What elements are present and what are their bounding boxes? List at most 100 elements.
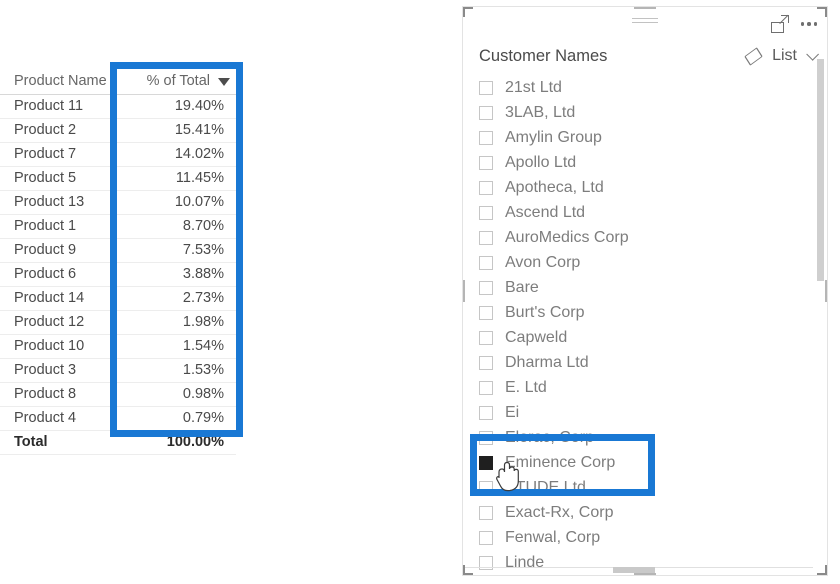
column-header-percent-of-total[interactable]: % of Total [128, 70, 236, 95]
cell-product-name: Product 3 [0, 358, 129, 383]
cell-product-name: Product 6 [0, 262, 129, 287]
product-percent-table-visual[interactable]: Product Name % of Total Product 11 19.40%… [0, 70, 236, 455]
table-row[interactable]: Product 6 3.88% [0, 262, 236, 287]
focus-mode-icon[interactable] [770, 15, 789, 33]
checkbox-icon[interactable] [479, 430, 493, 445]
slicer-list-item[interactable]: Ei [479, 400, 827, 425]
slicer-item-label: Apollo Ltd [505, 153, 577, 171]
cell-product-name: Product 14 [0, 286, 129, 311]
checkbox-icon[interactable] [479, 155, 493, 170]
checkbox-icon[interactable] [479, 530, 493, 545]
checkbox-icon[interactable] [479, 405, 493, 420]
cell-product-name: Product 5 [0, 166, 129, 191]
slicer-item-label: Ei [505, 403, 520, 421]
table-row[interactable]: Product 5 11.45% [0, 166, 236, 191]
cell-product-name: Product 2 [0, 118, 129, 143]
slicer-toolbar [463, 7, 827, 41]
cell-product-name: Product 7 [0, 142, 129, 167]
table-row[interactable]: Product 7 14.02% [0, 142, 236, 167]
cell-percent-of-total: 2.73% [128, 286, 236, 311]
slicer-mode-label[interactable]: List [772, 47, 797, 65]
drag-handle-icon[interactable] [632, 18, 658, 26]
slicer-item-label: Avon Corp [505, 253, 581, 271]
more-options-icon[interactable] [800, 22, 817, 26]
checkbox-icon[interactable] [479, 255, 493, 270]
slicer-list-item[interactable]: Fenwal, Corp [479, 525, 827, 550]
slicer-list-item[interactable]: Apotheca, Ltd [479, 175, 827, 200]
checkbox-icon[interactable] [479, 130, 493, 145]
cell-product-name: Product 9 [0, 238, 129, 263]
cell-percent-of-total: 0.98% [128, 382, 236, 407]
table-row[interactable]: Product 10 1.54% [0, 334, 236, 359]
table-row[interactable]: Product 9 7.53% [0, 238, 236, 263]
resize-handle-bottom-left[interactable] [463, 565, 473, 575]
slicer-list-item[interactable]: ETUDE Ltd [479, 475, 827, 500]
table-row[interactable]: Product 2 15.41% [0, 118, 236, 143]
resize-handle-left[interactable] [463, 280, 465, 302]
slicer-list-item[interactable]: Amylin Group [479, 125, 827, 150]
checkbox-icon[interactable] [479, 305, 493, 320]
resize-handle-top-left[interactable] [463, 7, 473, 17]
slicer-list-item[interactable]: 3LAB, Ltd [479, 100, 827, 125]
slicer-item-label: AuroMedics Corp [505, 228, 629, 246]
slicer-list-item[interactable]: Ascend Ltd [479, 200, 827, 225]
slicer-item-label: Capweld [505, 328, 568, 346]
checkbox-icon[interactable] [479, 180, 493, 195]
table-row[interactable]: Product 8 0.98% [0, 382, 236, 407]
cell-percent-of-total: 1.54% [128, 334, 236, 359]
slicer-item-list[interactable]: 21st Ltd 3LAB, Ltd Amylin Group Apollo Ltd A… [463, 71, 827, 575]
slicer-item-label: Bare [505, 278, 539, 296]
resize-handle-top-right[interactable] [817, 7, 827, 17]
column-header-product-name[interactable]: Product Name [0, 70, 129, 95]
slicer-list-item[interactable]: Avon Corp [479, 250, 827, 275]
slicer-list-item[interactable]: AuroMedics Corp [479, 225, 827, 250]
resize-handle-right[interactable] [825, 280, 827, 302]
table-header: Product Name % of Total [0, 70, 236, 95]
table-row[interactable]: Product 4 0.79% [0, 406, 236, 431]
checkbox-icon[interactable] [479, 230, 493, 245]
slicer-item-label: 21st Ltd [505, 78, 562, 96]
table-row[interactable]: Product 11 19.40% [0, 94, 236, 119]
slicer-list-item[interactable]: Eminence Corp [479, 450, 827, 475]
eraser-icon[interactable] [746, 49, 763, 64]
cell-percent-of-total: 3.88% [128, 262, 236, 287]
checkbox-icon[interactable] [479, 355, 493, 370]
slicer-item-label: Apotheca, Ltd [505, 178, 604, 196]
table-total-row: Total 100.00% [0, 430, 236, 455]
slicer-item-label: Fenwal, Corp [505, 528, 601, 546]
slicer-list-item[interactable]: Bare [479, 275, 827, 300]
slicer-list-item[interactable]: Apollo Ltd [479, 150, 827, 175]
resize-handle-bottom-right[interactable] [817, 565, 827, 575]
checkbox-checked-icon[interactable] [479, 455, 493, 470]
slicer-list-item[interactable]: 21st Ltd [479, 75, 827, 100]
slicer-vertical-scrollbar-thumb[interactable] [817, 59, 824, 281]
slicer-list-item[interactable]: Dharma Ltd [479, 350, 827, 375]
resize-handle-top[interactable] [634, 7, 656, 9]
table-row[interactable]: Product 14 2.73% [0, 286, 236, 311]
checkbox-icon[interactable] [479, 280, 493, 295]
table-row[interactable]: Product 12 1.98% [0, 310, 236, 335]
cell-product-name: Product 8 [0, 382, 129, 407]
product-table[interactable]: Product Name % of Total Product 11 19.40%… [0, 70, 236, 455]
slicer-list-item[interactable]: Elorac, Corp [479, 425, 827, 450]
checkbox-icon[interactable] [479, 480, 493, 495]
slicer-list-item[interactable]: Capweld [479, 325, 827, 350]
slicer-list-item[interactable]: Burt's Corp [479, 300, 827, 325]
resize-handle-bottom[interactable] [634, 573, 656, 575]
cell-product-name: Product 10 [0, 334, 129, 359]
cell-percent-of-total: 19.40% [128, 94, 236, 119]
table-row[interactable]: Product 1 8.70% [0, 214, 236, 239]
table-row[interactable]: Product 3 1.53% [0, 358, 236, 383]
slicer-list-item[interactable]: E. Ltd [479, 375, 827, 400]
checkbox-icon[interactable] [479, 505, 493, 520]
table-row[interactable]: Product 13 10.07% [0, 190, 236, 215]
screenshot-root: Product Name % of Total Product 11 19.40%… [0, 0, 840, 584]
checkbox-icon[interactable] [479, 105, 493, 120]
slicer-item-label: Amylin Group [505, 128, 602, 146]
slicer-list-item[interactable]: Exact-Rx, Corp [479, 500, 827, 525]
checkbox-icon[interactable] [479, 80, 493, 95]
checkbox-icon[interactable] [479, 380, 493, 395]
cell-percent-of-total: 0.79% [128, 406, 236, 431]
checkbox-icon[interactable] [479, 330, 493, 345]
checkbox-icon[interactable] [479, 205, 493, 220]
